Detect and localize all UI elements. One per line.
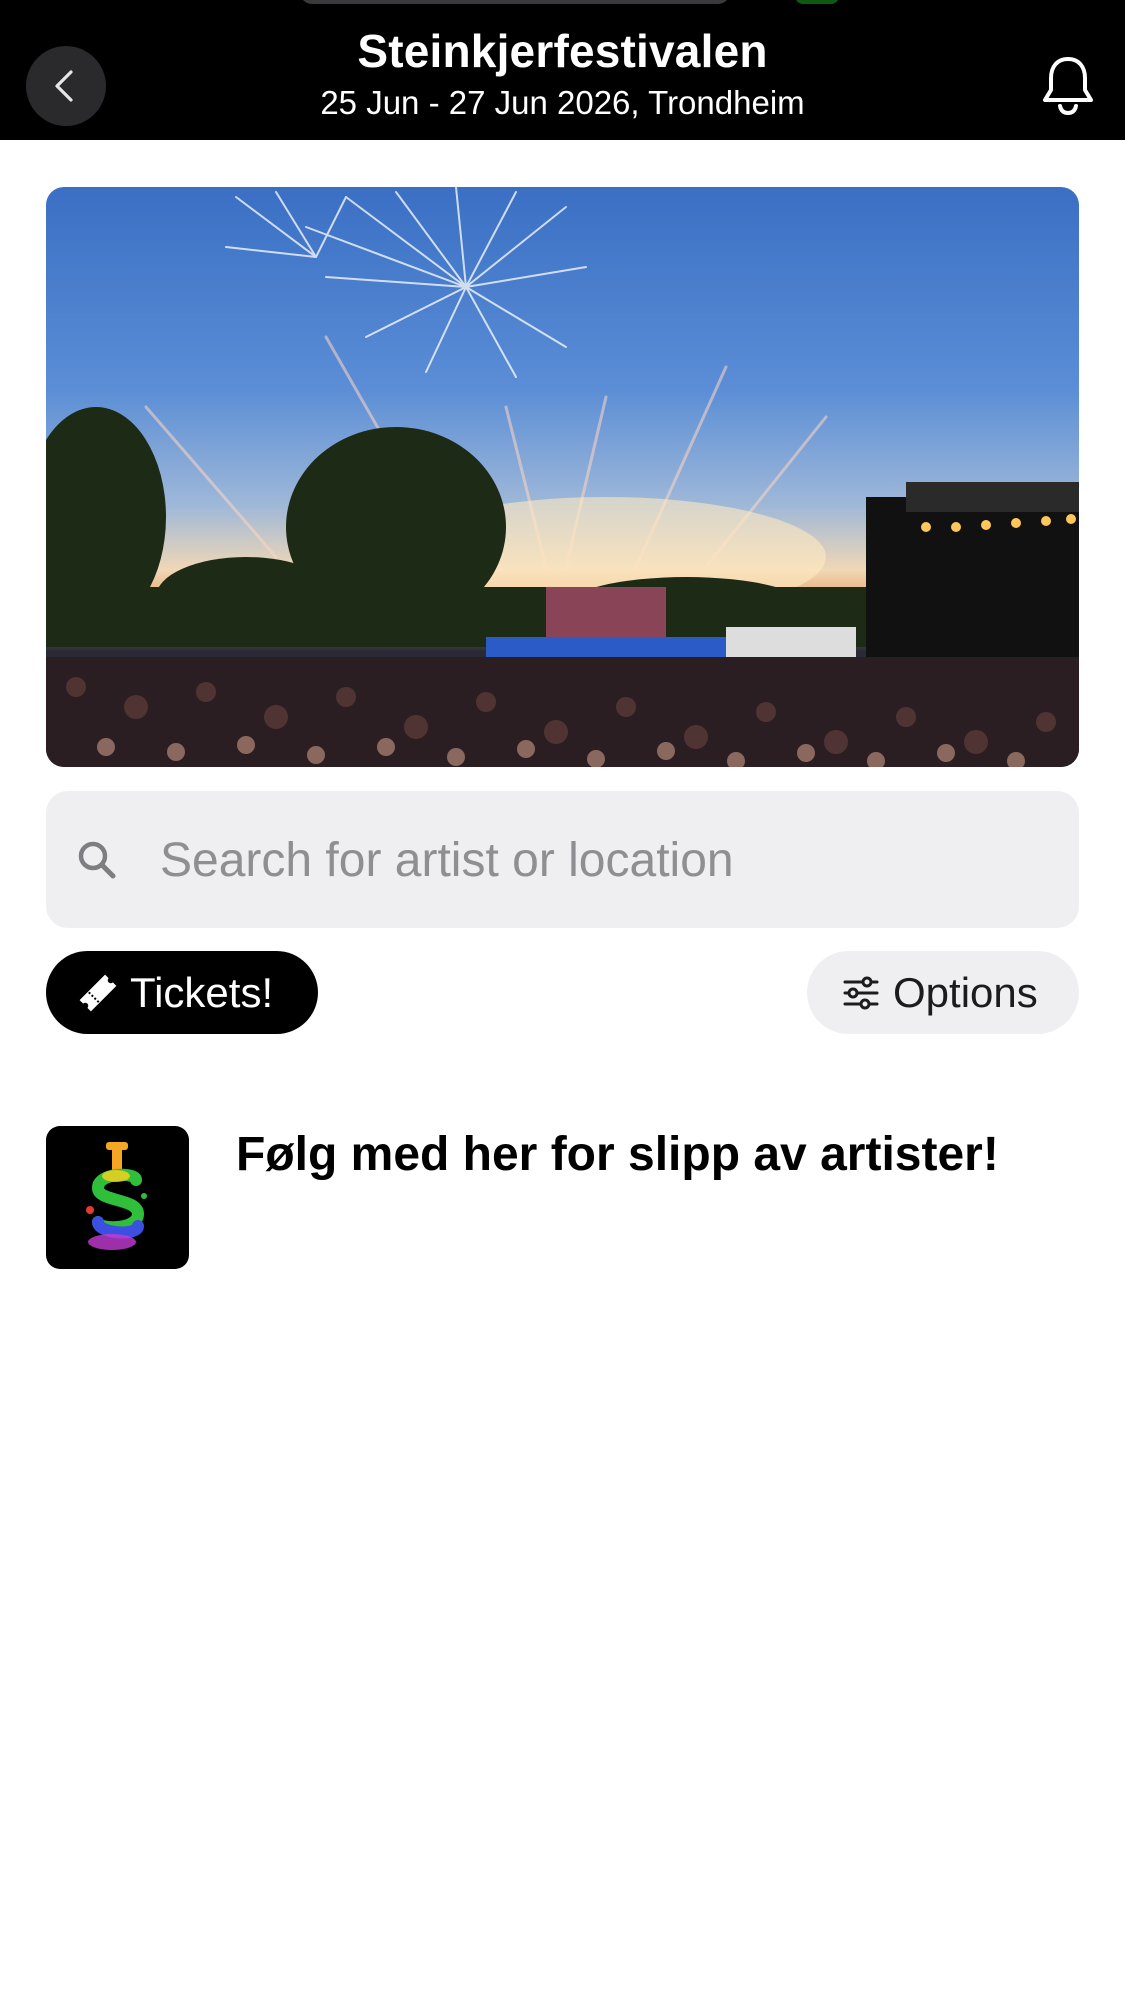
header-bar: Steinkjerfestivalen 25 Jun - 27 Jun 2026… <box>0 0 1125 140</box>
festival-logo <box>46 1126 189 1269</box>
hero-image <box>46 187 1079 767</box>
notifications-button[interactable] <box>1035 50 1101 120</box>
guitar-s-logo-icon <box>86 1142 147 1250</box>
status-indicator <box>795 0 839 4</box>
options-button[interactable]: Options <box>807 951 1079 1034</box>
options-label: Options <box>893 969 1038 1016</box>
chevron-left-icon <box>55 70 73 102</box>
event-dates-location: 25 Jun - 27 Jun 2026, Trondheim <box>320 84 805 121</box>
tickets-label: Tickets! <box>130 969 274 1016</box>
tickets-button[interactable]: Tickets! <box>46 951 318 1034</box>
back-button[interactable] <box>26 46 106 126</box>
sliders-icon <box>843 976 879 1010</box>
ticket-icon <box>79 974 117 1012</box>
search-input[interactable] <box>160 821 1040 899</box>
search-bar[interactable] <box>46 791 1079 928</box>
app-screen: Steinkjerfestivalen 25 Jun - 27 Jun 2026… <box>0 0 1125 2000</box>
search-icon <box>78 841 116 879</box>
announcement-text: Følg med her for slipp av artister! <box>236 1128 999 1181</box>
festival-crowd-fireworks <box>46 187 1079 767</box>
bell-icon <box>1043 57 1093 116</box>
dynamic-island <box>300 0 730 4</box>
page-title: Steinkjerfestivalen <box>357 25 768 77</box>
